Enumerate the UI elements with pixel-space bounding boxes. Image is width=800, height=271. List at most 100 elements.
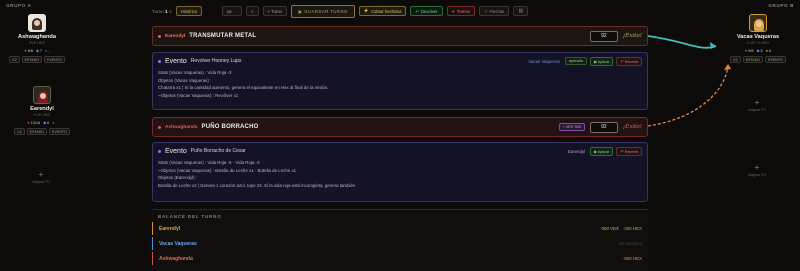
prev-turn-button[interactable]: < <box>246 6 259 16</box>
event-line: ~Objetos (Vacas Vaqueras) : Revólver x1 <box>158 92 239 98</box>
add-player-slot-a[interactable]: + Asignar PJ <box>6 170 76 184</box>
add-player-slot-b2[interactable]: + Asignar PJ <box>722 163 792 177</box>
add-player-label: Asignar PJ <box>748 173 766 177</box>
player-name: Earendyl <box>30 106 54 112</box>
balance-vex: -300 VEX <box>600 226 619 231</box>
tag-evento[interactable]: EVENTO <box>44 56 65 63</box>
heart-icon: ♥ <box>24 48 27 53</box>
turn-total: 2 <box>169 8 172 14</box>
hearts-value: 13/16 <box>30 120 41 125</box>
avatar <box>28 14 46 32</box>
avatar <box>749 14 767 32</box>
turn-toolbar: Turno 1·2 Histórico ya < + Turno ▣ GUARD… <box>152 4 529 18</box>
avatar <box>33 86 51 104</box>
link-button[interactable]: ⛓ <box>513 6 529 16</box>
group-b-title: GRUPO B <box>768 3 794 8</box>
event-label: Evento <box>165 57 187 65</box>
revert-button[interactable]: ↶ Revertir <box>616 56 642 66</box>
turns-icon: ✦ <box>451 8 456 14</box>
shield-icon: ◆ <box>35 49 39 53</box>
tag-x2[interactable]: X2 <box>9 56 20 63</box>
tag-estado[interactable]: ESTADO <box>742 56 764 63</box>
player-resources: 0 VE / 0 HEX <box>746 41 770 45</box>
roll-input[interactable]: 92 <box>589 121 618 133</box>
turns-label: Turnos <box>457 8 470 14</box>
balance-hex: -250 HEX <box>622 226 642 231</box>
player-resources: 3 VE HEX <box>33 113 51 117</box>
player-stats: ♥ 13/16 ◆ 6 ● - <box>7 120 77 126</box>
result-label: ¡Éxito! <box>622 124 642 130</box>
event-card-revolver: Evento Revolver Hooney Lups Vacas Vaquer… <box>152 52 648 110</box>
action-card-puno-borracho[interactable]: Ashwaghanda PUÑO BORRACHO + VEX 300 92 ¡… <box>152 117 648 137</box>
event-line: ~Objetos (Vacas Vaqueras) : Botella de L… <box>158 167 297 173</box>
balance-row: Ashwaghanda -800 HEX <box>152 252 648 265</box>
result-label: ¡Éxito! <box>622 33 642 39</box>
blue-value: 7 <box>39 48 43 53</box>
tag-x2[interactable]: X2 <box>730 56 741 63</box>
history-button[interactable]: Histórico <box>175 6 203 16</box>
bolt-icon: ⚡ <box>363 8 369 13</box>
tag-evento[interactable]: EVENTO <box>765 56 786 63</box>
blue-value: 5 <box>760 48 763 53</box>
player-card-vacas-vaqueras[interactable]: Vacas Vaqueras 0 VE / 0 HEX ♥ 6/8 ◆ 5 ● 6 X… <box>723 14 793 63</box>
turns-button[interactable]: ✦ Turnos <box>446 6 475 16</box>
coin-value: - <box>55 120 57 125</box>
balance-row: Vacas Vaqueras sin cambios <box>152 237 648 250</box>
apply-button[interactable]: ▶ Aplicar <box>590 146 614 156</box>
player-card-earendyl[interactable]: Earendyl 3 VE HEX ♥ 13/16 ◆ 6 ● - X2 ESTADO… <box>7 86 77 135</box>
add-player-label: Asignar PJ <box>32 180 50 184</box>
shield-icon: ◆ <box>43 121 46 125</box>
add-player-slot-b1[interactable]: + Asignar PJ <box>722 98 792 112</box>
action-caster: Earendyl <box>165 33 186 39</box>
player-stats: ♥ 6/8 ◆ 5 ● 6 <box>723 48 793 54</box>
applied-badge: aplicado <box>564 57 588 65</box>
tag-evento[interactable]: EVENTO <box>49 128 70 135</box>
event-label: Evento <box>165 147 187 155</box>
return-label: Devolver <box>420 8 438 14</box>
undo-icon: ↶ <box>415 8 419 14</box>
balance-player: Ashwaghanda <box>159 255 193 262</box>
action-title: TRANSMUTAR METAL <box>189 33 257 39</box>
orange-arrow <box>647 65 729 127</box>
event-line: Objetos (Earendyl) : <box>158 175 198 180</box>
turn-current: 1 <box>165 8 168 14</box>
player-stats: ♥ 6/8 ◆ 7 ● - <box>2 48 72 54</box>
revert-label: Revertir <box>624 59 638 64</box>
event-line: Stats (Vacas Vaqueras) : Vida Roja -3 <box>158 70 232 75</box>
heart-icon: ♥ <box>744 48 748 53</box>
balance-hex: -800 HEX <box>622 256 642 261</box>
tag-estado[interactable]: ESTADO <box>21 56 43 63</box>
link-icon: ⛓ <box>518 8 524 13</box>
action-card-transmutar[interactable]: Earendyl TRANSMUTAR METAL 92 ¡Éxito! <box>152 26 648 46</box>
event-line: Stats (Vacas Vaqueras) : Vida Roja -5 · … <box>158 160 260 165</box>
action-caster: Ashwaghanda <box>165 124 198 130</box>
collect-spells-label: Cobrar hechizos <box>370 8 402 14</box>
event-target: Earendyl <box>567 148 586 154</box>
turn-select[interactable]: ya <box>222 6 243 16</box>
turn-balance-panel: BALANCE DEL TURNO Earendyl -300 VEX -250 … <box>152 209 648 271</box>
apply-label: Aplicar <box>597 149 610 154</box>
balance-hex: sin cambios <box>618 241 642 246</box>
balance-row: Earendyl -300 VEX -250 HEX <box>152 222 648 235</box>
collect-spells-button[interactable]: ⚡ Cobrar hechizos <box>358 6 407 16</box>
player-name: Ashwaghanda <box>18 34 56 40</box>
teal-arrow <box>647 35 717 49</box>
save-turn-button[interactable]: ▣ GUARDAR TURNO <box>290 4 355 18</box>
return-button[interactable]: ↶ Devolver <box>410 6 443 16</box>
event-line: Objetos (Vacas Vaqueras) : <box>158 77 212 83</box>
shield-icon: ◆ <box>756 49 760 53</box>
apply-button[interactable]: ▶ Aplicar <box>590 56 614 66</box>
event-card-puno-borracho-cesar: Evento Puño Borracho de Cesar Earendyl ▶… <box>152 142 648 202</box>
balance-title: BALANCE DEL TURNO <box>158 214 222 219</box>
add-turn-button[interactable]: + Turno <box>262 6 287 16</box>
arrows-toggle-button[interactable]: ↗ Flechas <box>478 6 510 16</box>
hearts-value: 6/8 <box>748 48 754 53</box>
player-card-ashwaghanda[interactable]: Ashwaghanda 3VE HEX ♥ 6/8 ◆ 7 ● - X2 ESTADO… <box>2 14 72 63</box>
coin-icon: ● <box>765 48 768 53</box>
revert-button[interactable]: ↶ Revertir <box>616 146 642 156</box>
tag-x2[interactable]: X2 <box>14 128 25 135</box>
action-title: PUÑO BORRACHO <box>201 124 259 130</box>
tag-estado[interactable]: ESTADO <box>26 128 48 135</box>
roll-input[interactable]: 92 <box>589 30 618 42</box>
plus-icon: + <box>38 170 44 179</box>
